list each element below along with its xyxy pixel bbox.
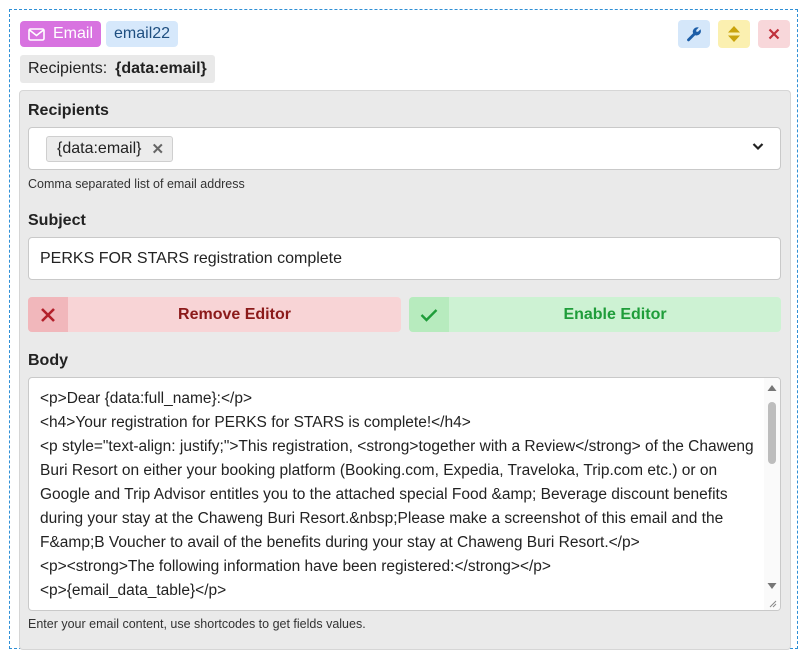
checkmark-icon <box>420 308 438 322</box>
recipients-select[interactable]: {data:email} ✕ <box>28 127 781 170</box>
move-updown-icon <box>728 26 740 42</box>
recipients-summary-value: {data:email} <box>115 60 207 77</box>
settings-button[interactable] <box>678 20 710 48</box>
recipients-hint: Comma separated list of email address <box>28 177 245 191</box>
body-hint: Enter your email content, use shortcodes… <box>28 617 366 631</box>
recipients-summary: Recipients: {data:email} <box>20 55 215 83</box>
resize-handle-icon[interactable] <box>768 599 777 608</box>
action-toolbar <box>678 20 790 48</box>
scroll-thumb[interactable] <box>768 402 776 464</box>
subject-input[interactable]: PERKS FOR STARS registration complete <box>28 237 781 280</box>
recipients-label: Recipients <box>28 102 109 119</box>
body-scrollbar[interactable] <box>764 378 780 610</box>
action-header: Email email22 <box>20 21 179 47</box>
action-type-label: Email <box>53 25 94 42</box>
subject-label: Subject <box>28 212 86 229</box>
remove-tag-icon[interactable]: ✕ <box>152 140 165 158</box>
envelope-icon <box>28 27 45 41</box>
body-label: Body <box>28 352 68 369</box>
remove-editor-button[interactable]: Remove Editor <box>28 297 401 332</box>
delete-action-button[interactable] <box>758 20 790 48</box>
action-name-badge[interactable]: email22 <box>106 21 179 47</box>
body-textarea[interactable]: <p>Dear {data:full_name}:</p> <h4>Your r… <box>28 377 781 611</box>
recipient-tag-label: {data:email} <box>57 140 142 157</box>
wrench-icon <box>687 27 701 42</box>
recipients-summary-label: Recipients: <box>28 60 108 77</box>
enable-editor-label: Enable Editor <box>563 305 667 323</box>
body-content: <p>Dear {data:full_name}:</p> <h4>Your r… <box>40 390 754 599</box>
enable-editor-button[interactable]: Enable Editor <box>409 297 781 332</box>
action-type-badge: Email <box>20 21 102 47</box>
move-button[interactable] <box>718 20 750 48</box>
close-icon <box>41 307 55 322</box>
close-icon <box>768 28 780 40</box>
subject-value: PERKS FOR STARS registration complete <box>40 250 343 267</box>
scroll-down-icon[interactable] <box>767 582 777 590</box>
remove-editor-label: Remove Editor <box>178 305 291 323</box>
recipient-tag: {data:email} ✕ <box>46 136 174 162</box>
chevron-down-icon[interactable] <box>752 142 764 151</box>
scroll-up-icon[interactable] <box>767 384 777 392</box>
